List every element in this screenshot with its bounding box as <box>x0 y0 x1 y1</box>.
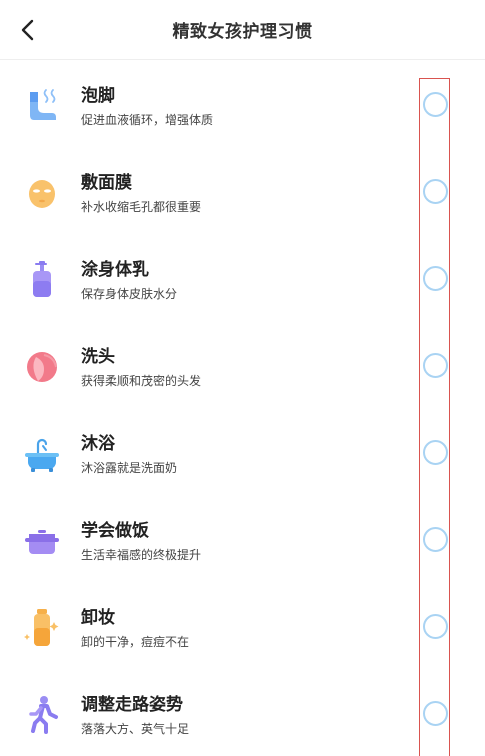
foot-soak-icon <box>22 86 62 126</box>
habit-name: 涂身体乳 <box>81 260 149 280</box>
habit-row-remove-makeup[interactable]: 卸妆 卸的干净，痘痘不在 <box>0 582 485 669</box>
header-bar: 精致女孩护理习惯 <box>0 0 485 60</box>
habit-name: 敷面膜 <box>81 173 132 193</box>
cooking-pot-icon <box>22 521 62 561</box>
habit-desc: 补水收缩毛孔都很重要 <box>81 200 202 214</box>
habit-desc: 卸的干净，痘痘不在 <box>81 635 190 649</box>
habit-checkbox[interactable] <box>423 527 448 552</box>
habit-desc: 获得柔顺和茂密的头发 <box>81 374 202 388</box>
habit-desc: 生活幸福感的终极提升 <box>81 548 202 562</box>
makeup-remover-icon <box>22 608 62 648</box>
habit-checkbox[interactable] <box>423 353 448 378</box>
habit-row-cooking[interactable]: 学会做饭 生活幸福感的终极提升 <box>0 495 485 582</box>
page-title: 精致女孩护理习惯 <box>172 22 313 42</box>
habit-row-foot-soak[interactable]: 泡脚 促进血液循环，增强体质 <box>0 60 485 147</box>
back-button[interactable] <box>14 16 42 44</box>
habit-name: 学会做饭 <box>81 521 149 541</box>
habit-desc: 保存身体皮肤水分 <box>81 287 178 301</box>
habit-checkbox[interactable] <box>423 614 448 639</box>
habit-checkbox[interactable] <box>423 266 448 291</box>
habit-row-walking-posture[interactable]: 调整走路姿势 落落大方、英气十足 <box>0 669 485 756</box>
chevron-left-icon <box>21 19 34 41</box>
habit-name: 卸妆 <box>81 608 115 628</box>
habit-checkbox[interactable] <box>423 701 448 726</box>
habit-name: 洗头 <box>81 347 115 367</box>
habit-row-wash-hair[interactable]: 洗头 获得柔顺和茂密的头发 <box>0 321 485 408</box>
face-mask-icon <box>22 173 62 213</box>
habit-checkbox[interactable] <box>423 92 448 117</box>
habit-name: 调整走路姿势 <box>81 695 183 715</box>
habit-checkbox[interactable] <box>423 440 448 465</box>
lotion-bottle-icon <box>22 260 62 300</box>
habit-desc: 落落大方、英气十足 <box>81 722 190 736</box>
habit-name: 沐浴 <box>81 434 115 454</box>
habit-name: 泡脚 <box>81 86 115 106</box>
bathtub-icon <box>22 434 62 474</box>
habit-row-body-lotion[interactable]: 涂身体乳 保存身体皮肤水分 <box>0 234 485 321</box>
habit-row-face-mask[interactable]: 敷面膜 补水收缩毛孔都很重要 <box>0 147 485 234</box>
hair-icon <box>22 347 62 387</box>
habit-list: 泡脚 促进血液循环，增强体质 敷面膜 补水收缩毛孔都很重要 涂身体乳 保存身体皮… <box>0 60 485 756</box>
habit-checkbox[interactable] <box>423 179 448 204</box>
habit-desc: 沐浴露就是洗面奶 <box>81 461 178 475</box>
habit-desc: 促进血液循环，增强体质 <box>81 113 214 127</box>
walking-person-icon <box>22 695 62 735</box>
habit-row-shower[interactable]: 沐浴 沐浴露就是洗面奶 <box>0 408 485 495</box>
